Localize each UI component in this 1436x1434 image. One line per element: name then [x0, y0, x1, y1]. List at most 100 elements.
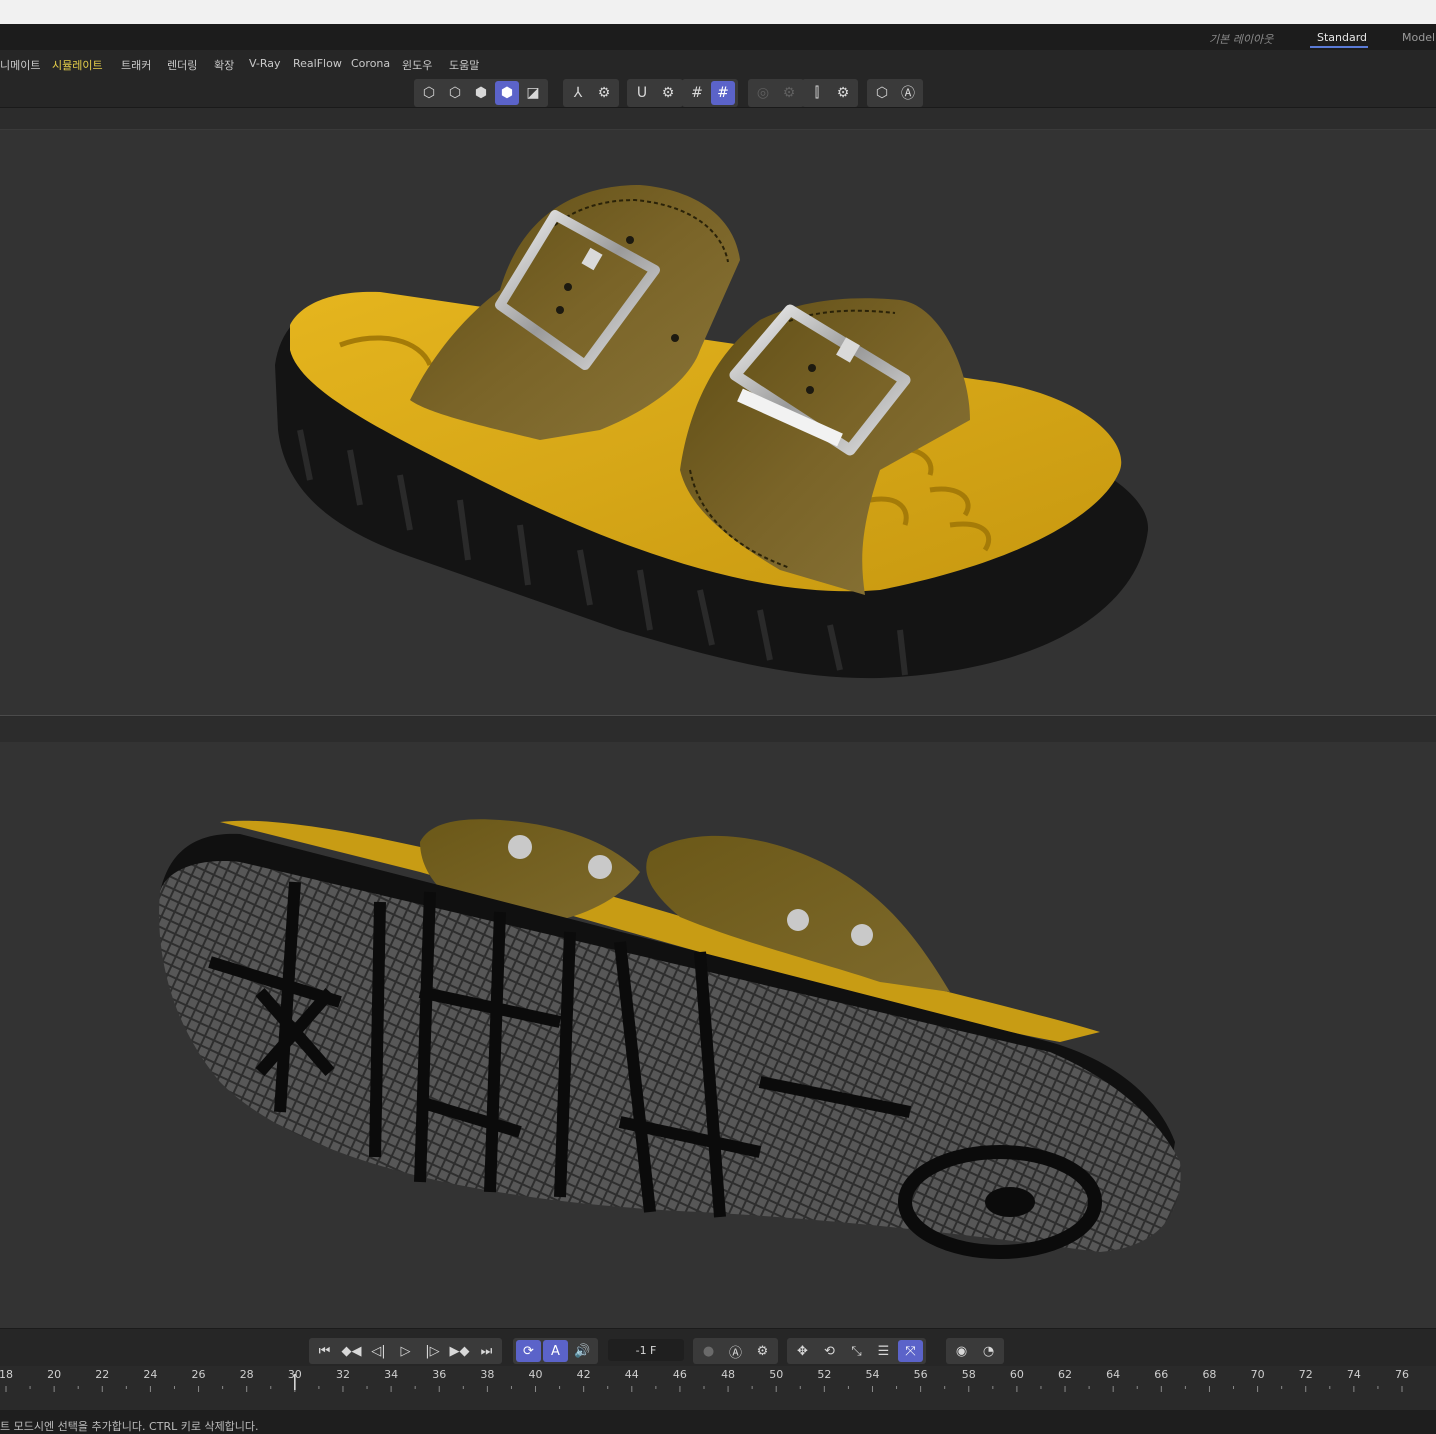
timeline-label: 38 — [480, 1368, 495, 1381]
auto-keying-icon[interactable]: Ⓐ — [896, 81, 920, 105]
viewport-separator — [0, 717, 1436, 742]
play-icon[interactable]: ▷ — [393, 1340, 418, 1362]
main-toolbar: ⬡ ⬡ ⬢ ⬢ ◪ ⅄ ⚙ Ս ⚙ # # ◎ ⚙ ⫿ ⚙ ⬡ Ⓐ — [0, 78, 1436, 108]
menu-simulate[interactable]: 시뮬레이트 — [52, 57, 103, 73]
menu-window[interactable]: 윈도우 — [402, 57, 432, 73]
menu-tracker[interactable]: 트래커 — [121, 57, 151, 73]
status-message: 트 모드시엔 선택을 추가합니다. CTRL 키로 삭제합니다. — [0, 1420, 259, 1433]
motion-record-icon[interactable]: ◉ — [949, 1340, 974, 1362]
timeline-label: 50 — [769, 1368, 784, 1381]
polygons-mode-icon[interactable]: ⬢ — [469, 81, 493, 105]
timeline-marker-icon[interactable]: A — [543, 1340, 568, 1362]
scale-key-icon[interactable]: ⤡ — [844, 1340, 869, 1362]
menu-render[interactable]: 렌더링 — [167, 57, 197, 73]
menu-help[interactable]: 도움말 — [449, 57, 479, 73]
snap-settings-gear-icon[interactable]: ⚙ — [656, 81, 680, 105]
menu-realflow[interactable]: RealFlow — [293, 57, 342, 70]
timeline-label: 62 — [1058, 1368, 1073, 1381]
key-group: ✥ ⟲ ⤡ ☰ ⤧ — [787, 1338, 926, 1364]
timeline-label: 58 — [961, 1368, 976, 1381]
menu-animate[interactable]: 니메이트 — [0, 57, 40, 73]
timeline-label: 22 — [95, 1368, 110, 1381]
motion-settings-icon[interactable]: ◔ — [976, 1340, 1001, 1362]
layout-tab-standard[interactable]: Standard — [1317, 31, 1367, 44]
sandal-bottom-render — [159, 819, 1181, 1259]
param-key-icon[interactable]: ☰ — [871, 1340, 896, 1362]
timeline-label: 40 — [528, 1368, 543, 1381]
timeline-label: 34 — [384, 1368, 399, 1381]
viewport-header-band — [0, 108, 1436, 130]
magnet-snap-icon[interactable]: Ս — [630, 81, 654, 105]
loop-group: ⟳ A 🔊 — [513, 1338, 598, 1364]
status-bar: 트 모드시엔 선택을 추가합니다. CTRL 키로 삭제합니다. — [0, 1410, 1436, 1434]
axis-icon[interactable]: ⅄ — [566, 81, 590, 105]
model-mode-icon[interactable]: ⬢ — [495, 81, 519, 105]
timeline-label: 72 — [1298, 1368, 1313, 1381]
timeline-label: 64 — [1106, 1368, 1121, 1381]
key-settings-icon[interactable]: ⚙ — [750, 1340, 775, 1362]
sound-icon[interactable]: 🔊 — [570, 1340, 595, 1362]
timeline-label: 20 — [47, 1368, 62, 1381]
points-mode-icon[interactable]: ⬡ — [417, 81, 441, 105]
motion-group: ◉ ◔ — [946, 1338, 1004, 1364]
point-level-key-icon[interactable]: ⤧ — [898, 1340, 923, 1362]
layout-tab-default[interactable]: 기본 레이아웃 — [1209, 31, 1273, 47]
timeline-label: 42 — [576, 1368, 591, 1381]
grid-icon[interactable]: # — [685, 81, 709, 105]
timeline-label: 76 — [1395, 1368, 1409, 1381]
menu-bar: 니메이트 시뮬레이트 트래커 렌더링 확장 V-Ray RealFlow Cor… — [0, 50, 1436, 78]
go-to-end-icon[interactable]: ⏭ — [474, 1340, 499, 1362]
symmetry-icon[interactable]: ⫿ — [805, 81, 829, 105]
playback-group: ⏮ ◆◀ ◁| ▷ |▷ ▶◆ ⏭ — [309, 1338, 502, 1364]
timeline-label: 48 — [721, 1368, 736, 1381]
move-key-icon[interactable]: ✥ — [790, 1340, 815, 1362]
timeline-label: 30 — [287, 1368, 302, 1381]
menu-extensions[interactable]: 확장 — [214, 57, 234, 73]
soft-selection-icon[interactable]: ◎ — [751, 81, 775, 105]
rotate-key-icon[interactable]: ⟲ — [817, 1340, 842, 1362]
timeline-label: 26 — [191, 1368, 206, 1381]
edges-mode-icon[interactable]: ⬡ — [443, 81, 467, 105]
sandal-top-render — [275, 185, 1149, 679]
active-layout-indicator — [1310, 46, 1368, 48]
timeline-ruler[interactable]: 18 20 22 24 26 28 30 32 34 36 38 40 42 44 46 48 50 52 54 56… — [0, 1366, 1436, 1410]
loop-icon[interactable]: ⟳ — [516, 1340, 541, 1362]
timeline-label: 28 — [239, 1368, 254, 1381]
previous-frame-icon[interactable]: ◁| — [366, 1340, 391, 1362]
texture-mode-icon[interactable]: ◪ — [521, 81, 545, 105]
soft-selection-gear-icon[interactable]: ⚙ — [777, 81, 801, 105]
timeline-label: 24 — [143, 1368, 158, 1381]
symmetry-group: ⫿ ⚙ — [802, 79, 858, 107]
timeline-label: 70 — [1250, 1368, 1265, 1381]
timeline-label: 68 — [1202, 1368, 1217, 1381]
current-frame-field[interactable]: -1 F — [608, 1339, 684, 1361]
menu-corona[interactable]: Corona — [351, 57, 390, 70]
menu-vray[interactable]: V-Ray — [249, 57, 281, 70]
symmetry-gear-icon[interactable]: ⚙ — [831, 81, 855, 105]
viewport-perspective-top[interactable] — [0, 130, 1436, 716]
viewport-solo-icon[interactable]: ⬡ — [870, 81, 894, 105]
timeline-label: 52 — [817, 1368, 832, 1381]
record-group: ● Ⓐ ⚙ — [693, 1338, 778, 1364]
render-group: ⬡ Ⓐ — [867, 79, 923, 107]
timeline-label: 54 — [865, 1368, 880, 1381]
timeline-label: 56 — [913, 1368, 928, 1381]
layout-tab-model[interactable]: Model — [1402, 31, 1435, 44]
next-frame-icon[interactable]: |▷ — [420, 1340, 445, 1362]
layout-bar: 기본 레이아웃 Standard Model — [0, 24, 1436, 50]
next-key-icon[interactable]: ▶◆ — [447, 1340, 472, 1362]
snap-group: Ս ⚙ — [627, 79, 683, 107]
timeline-label: 46 — [672, 1368, 687, 1381]
softsel-group: ◎ ⚙ — [748, 79, 804, 107]
grid-group: # # — [682, 79, 738, 107]
timeline-label: 44 — [624, 1368, 639, 1381]
go-to-start-icon[interactable]: ⏮ — [312, 1340, 337, 1362]
auto-key-icon[interactable]: Ⓐ — [723, 1340, 748, 1362]
workplane-grid-icon[interactable]: # — [711, 81, 735, 105]
previous-key-icon[interactable]: ◆◀ — [339, 1340, 364, 1362]
axis-settings-gear-icon[interactable]: ⚙ — [592, 81, 616, 105]
mode-group: ⬡ ⬡ ⬢ ⬢ ◪ — [414, 79, 548, 107]
record-icon[interactable]: ● — [696, 1340, 721, 1362]
viewport-perspective-bottom[interactable] — [0, 742, 1436, 1328]
timeline-label: 60 — [1009, 1368, 1024, 1381]
